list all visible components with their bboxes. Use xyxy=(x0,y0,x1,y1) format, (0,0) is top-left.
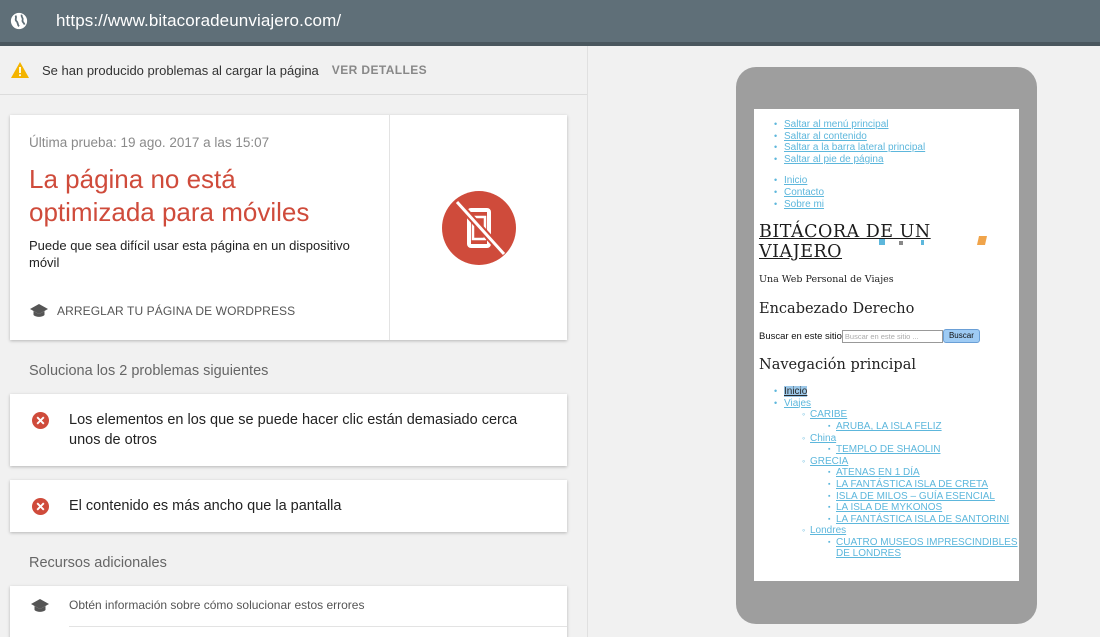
fix-wordpress-link[interactable]: ARREGLAR TU PÁGINA DE WORDPRESS xyxy=(29,303,295,319)
list-item: TEMPLO DE SHAOLIN xyxy=(810,444,1019,456)
main-nav-title: Navegación principal xyxy=(759,357,916,374)
list-item: Londres CUATRO MUSEOS IMPRESCINDIBLES DE… xyxy=(784,525,1019,560)
list-item: Saltar al menú principal xyxy=(754,119,1019,131)
list-item: Saltar a la barra lateral principal xyxy=(754,142,1019,154)
list-item: Inicio xyxy=(754,386,1019,398)
warning-bar: Se han producido problemas al cargar la … xyxy=(0,46,587,95)
skip-links: Saltar al menú principal Saltar al conte… xyxy=(754,119,1019,165)
search-label: Buscar en este sitio xyxy=(759,330,842,342)
not-mobile-friendly-icon xyxy=(442,190,516,265)
nav-link[interactable]: LA ISLA DE MYKONOS xyxy=(836,502,942,513)
main-nav: Inicio Viajes CARIBE ARUBA, LA ISLA FELI… xyxy=(754,386,1019,560)
list-item: CARIBE ARUBA, LA ISLA FELIZ xyxy=(784,409,1019,432)
logo-graphic xyxy=(879,236,987,246)
verdict-subtext: Puede que sea difícil usar esta página e… xyxy=(29,238,350,270)
list-item: LA FANTÁSTICA ISLA DE SANTORINI xyxy=(810,514,1019,526)
submenu: CUATRO MUSEOS IMPRESCINDIBLES DE LONDRES xyxy=(810,537,1019,560)
nav-link[interactable]: Sobre mi xyxy=(784,199,824,210)
nav-link[interactable]: TEMPLO DE SHAOLIN xyxy=(836,444,940,455)
fix-wordpress-label: ARREGLAR TU PÁGINA DE WORDPRESS xyxy=(57,304,296,318)
view-details-button[interactable]: VER DETALLES xyxy=(332,63,427,77)
phone-frame: Saltar al menú principal Saltar al conte… xyxy=(736,67,1037,624)
verdict-title: La página no está optimizada para móvile… xyxy=(29,163,389,229)
nav-link[interactable]: ATENAS EN 1 DÍA xyxy=(836,467,920,478)
skip-link[interactable]: Saltar al pie de página xyxy=(784,154,884,165)
divider xyxy=(69,626,567,627)
nav-link[interactable]: Inicio xyxy=(784,175,807,186)
nav-link[interactable]: LA FANTÁSTICA ISLA DE SANTORINI xyxy=(836,514,1009,525)
verdict-line-2: optimizada para móviles xyxy=(29,197,310,227)
issue-text: Los elementos en los que se puede hacer … xyxy=(69,412,518,448)
list-item: Viajes CARIBE ARUBA, LA ISLA FELIZ China… xyxy=(754,398,1019,560)
site-description: Una Web Personal de Viajes xyxy=(759,274,894,286)
url-text[interactable]: https://www.bitacoradeunviajero.com/ xyxy=(56,11,341,31)
nav-link[interactable]: ARUBA, LA ISLA FELIZ xyxy=(836,421,942,432)
list-item: LA FANTÁSTICA ISLA DE CRETA xyxy=(810,479,1019,491)
top-nav: Inicio Contacto Sobre mi xyxy=(754,175,1019,210)
nav-link[interactable]: China xyxy=(810,433,836,444)
resource-text: Obtén información sobre cómo solucionar … xyxy=(69,598,365,612)
nav-link[interactable]: Viajes xyxy=(784,398,811,409)
resource-item[interactable]: Obtén información sobre cómo solucionar … xyxy=(10,586,567,637)
list-item: China TEMPLO DE SHAOLIN xyxy=(784,433,1019,456)
list-item: LA ISLA DE MYKONOS xyxy=(810,502,1019,514)
graduation-cap-icon xyxy=(30,304,48,317)
warning-message: Se han producido problemas al cargar la … xyxy=(42,62,319,78)
list-item: Saltar al contenido xyxy=(754,131,1019,143)
skip-link[interactable]: Saltar a la barra lateral principal xyxy=(784,142,925,153)
list-item: Contacto xyxy=(754,187,1019,199)
globe-icon xyxy=(10,12,28,30)
warning-icon xyxy=(11,62,29,78)
list-item: Saltar al pie de página xyxy=(754,154,1019,166)
nav-link[interactable]: Inicio xyxy=(784,386,808,398)
error-icon xyxy=(32,498,49,515)
submenu: ATENAS EN 1 DÍA LA FANTÁSTICA ISLA DE CR… xyxy=(810,467,1019,525)
list-item: GRECIA ATENAS EN 1 DÍA LA FANTÁSTICA ISL… xyxy=(784,456,1019,526)
address-bar: https://www.bitacoradeunviajero.com/ xyxy=(0,0,1100,46)
header-right-title: Encabezado Derecho xyxy=(759,301,915,318)
preview-pane: Saltar al menú principal Saltar al conte… xyxy=(589,46,1100,637)
list-item: Inicio xyxy=(754,175,1019,187)
phone-screen[interactable]: Saltar al menú principal Saltar al conte… xyxy=(754,109,1019,581)
submenu: TEMPLO DE SHAOLIN xyxy=(810,444,1019,456)
submenu: CARIBE ARUBA, LA ISLA FELIZ China TEMPLO… xyxy=(784,409,1019,560)
search-button[interactable]: Buscar xyxy=(942,329,980,344)
resources-title: Recursos adicionales xyxy=(29,555,167,571)
skip-link[interactable]: Saltar al contenido xyxy=(784,131,867,142)
nav-link[interactable]: ISLA DE MILOS – GUÍA ESENCIAL xyxy=(836,491,995,502)
site-title[interactable]: BITÁCORA DE UN VIAJERO xyxy=(759,222,1019,262)
issue-item[interactable]: El contenido es más ancho que la pantall… xyxy=(10,480,567,532)
list-item: Sobre mi xyxy=(754,199,1019,211)
list-item: CUATRO MUSEOS IMPRESCINDIBLES DE LONDRES xyxy=(810,537,1019,560)
search-input[interactable]: Buscar en este sitio ... xyxy=(841,329,943,343)
issue-item[interactable]: Los elementos en los que se puede hacer … xyxy=(10,394,567,466)
result-card: Última prueba: 19 ago. 2017 a las 15:07 … xyxy=(10,115,567,340)
error-icon xyxy=(32,412,49,429)
nav-link[interactable]: Londres xyxy=(810,525,846,536)
results-pane: Se han producido problemas al cargar la … xyxy=(0,46,588,637)
nav-link[interactable]: LA FANTÁSTICA ISLA DE CRETA xyxy=(836,479,988,490)
list-item: ISLA DE MILOS – GUÍA ESENCIAL xyxy=(810,491,1019,503)
problems-title: Soluciona los 2 problemas siguientes xyxy=(29,363,269,379)
last-test-date: Última prueba: 19 ago. 2017 a las 15:07 xyxy=(29,135,270,150)
nav-link[interactable]: GRECIA xyxy=(810,456,848,467)
list-item: ARUBA, LA ISLA FELIZ xyxy=(810,421,1019,433)
list-item: ATENAS EN 1 DÍA xyxy=(810,467,1019,479)
skip-link[interactable]: Saltar al menú principal xyxy=(784,119,889,130)
badge-area xyxy=(391,115,567,340)
result-info: Última prueba: 19 ago. 2017 a las 15:07 … xyxy=(10,115,390,340)
graduation-cap-icon xyxy=(31,599,49,612)
nav-link[interactable]: CARIBE xyxy=(810,409,847,420)
issue-text: El contenido es más ancho que la pantall… xyxy=(69,498,342,514)
verdict-line-1: La página no está xyxy=(29,164,236,194)
nav-link[interactable]: CUATRO MUSEOS IMPRESCINDIBLES DE LONDRES xyxy=(836,537,1018,560)
search-form: Buscar en este sitio Buscar en este siti… xyxy=(759,329,1019,344)
nav-link[interactable]: Contacto xyxy=(784,187,824,198)
submenu: ARUBA, LA ISLA FELIZ xyxy=(810,421,1019,433)
